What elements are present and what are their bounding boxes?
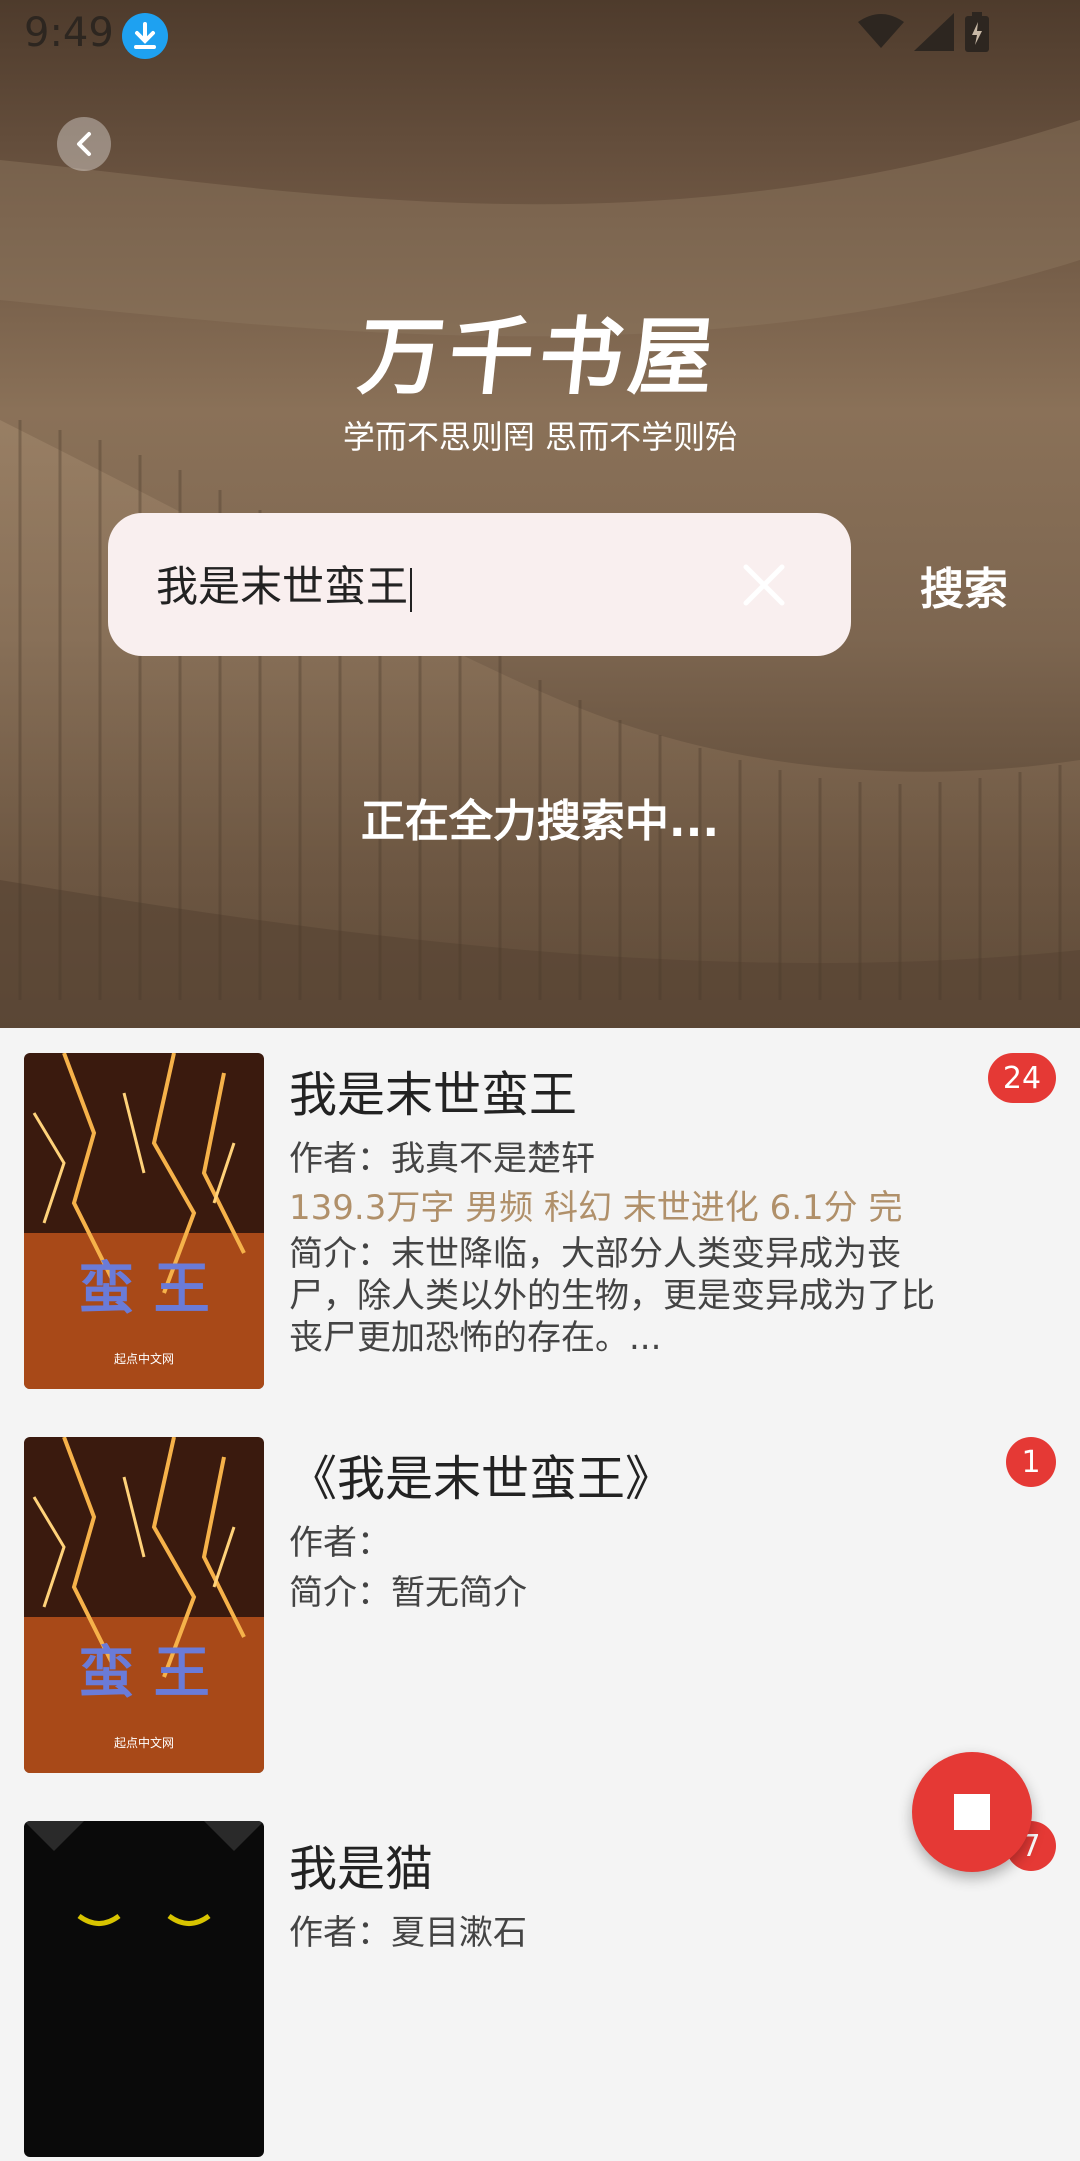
- status-icons: [858, 12, 990, 52]
- back-button[interactable]: [57, 117, 111, 171]
- battery-icon: [965, 12, 989, 52]
- result-item[interactable]: 我是猫 作者：夏目漱石 7: [0, 1821, 1080, 2161]
- stop-search-button[interactable]: [912, 1752, 1032, 1872]
- wifi-icon: [858, 14, 904, 48]
- download-icon: [122, 13, 168, 59]
- book-title: 《我是末世蛮王》: [289, 1451, 674, 1507]
- svg-text:蛮 王: 蛮 王: [78, 1256, 210, 1322]
- book-intro: 简介：暂无简介: [289, 1573, 527, 1613]
- stop-icon: [954, 1794, 990, 1830]
- book-cover: [24, 1821, 264, 2157]
- book-title: 我是猫: [289, 1841, 434, 1897]
- book-author: 作者：: [289, 1523, 391, 1563]
- search-button[interactable]: 搜索: [920, 553, 1008, 617]
- book-author: 作者：我真不是楚轩: [289, 1139, 595, 1179]
- svg-text:蛮 王: 蛮 王: [78, 1640, 210, 1706]
- source-count-badge: 24: [988, 1053, 1056, 1103]
- search-status: 正在全力搜索中...: [360, 796, 720, 847]
- chevron-left-icon: [77, 132, 91, 156]
- search-box[interactable]: 我是末世蛮王: [108, 513, 851, 656]
- app-logo: 万千书屋: [354, 307, 725, 406]
- result-item[interactable]: 蛮 王 起点中文网 我是末世蛮王 作者：我真不是楚轩 139.3万字 男频 科幻…: [0, 1053, 1080, 1393]
- svg-text:起点中文网: 起点中文网: [114, 1735, 174, 1750]
- source-count-badge: 1: [1006, 1437, 1056, 1487]
- search-query-text: 我是末世蛮王: [156, 562, 409, 611]
- hero-header: 9:49 万千书屋 学而不思则罔 思而不学则殆 我是末世蛮王 搜索 正在全力搜索…: [0, 0, 1080, 1028]
- book-title: 我是末世蛮王: [289, 1067, 578, 1123]
- book-cover: 蛮 王 起点中文网: [24, 1437, 264, 1773]
- book-intro: 简介：末世降临，大部分人类变异成为丧尸，除人类以外的生物，更是变异成为了比丧尸更…: [289, 1234, 935, 1358]
- svg-text:起点中文网: 起点中文网: [114, 1351, 174, 1366]
- status-bar: 9:49: [0, 0, 1080, 72]
- book-cover: 蛮 王 起点中文网: [24, 1053, 264, 1389]
- result-item[interactable]: 蛮 王 起点中文网 《我是末世蛮王》 作者： 简介：暂无简介 1: [0, 1437, 1080, 1777]
- close-icon[interactable]: [740, 561, 788, 609]
- app-slogan: 学而不思则罔 思而不学则殆: [342, 418, 738, 456]
- search-input[interactable]: 我是末世蛮王: [156, 553, 413, 614]
- signal-icon: [914, 13, 954, 51]
- status-time: 9:49: [24, 10, 114, 56]
- book-author: 作者：夏目漱石: [289, 1913, 527, 1953]
- book-meta: 139.3万字 男频 科幻 末世进化 6.1分 完: [289, 1188, 903, 1228]
- text-caret: [410, 567, 413, 612]
